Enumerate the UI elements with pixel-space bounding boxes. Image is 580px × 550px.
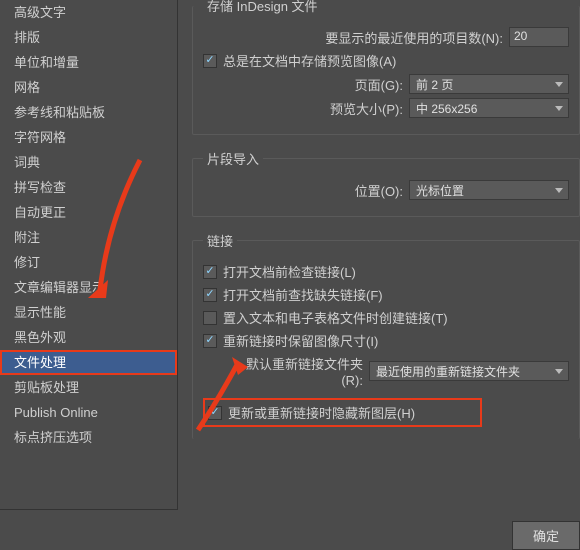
- hide-layers-checkbox[interactable]: 更新或重新链接时隐藏新图层(H): [208, 403, 415, 422]
- checkbox-icon[interactable]: [203, 311, 217, 325]
- fragment-legend: 片段导入: [203, 149, 263, 168]
- find-missing-checkbox[interactable]: 打开文档前查找缺失链接(F): [203, 285, 383, 304]
- fragment-group: 片段导入 位置(O): 光标位置: [192, 149, 580, 217]
- sidebar-item-guides[interactable]: 参考线和粘贴板: [0, 100, 177, 125]
- page-select[interactable]: 前 2 页: [409, 74, 569, 94]
- sidebar-item-publish[interactable]: Publish Online: [0, 400, 177, 425]
- preview-size-label: 预览大小(P):: [330, 99, 403, 118]
- recent-items-input[interactable]: 20: [509, 27, 569, 47]
- checkbox-icon[interactable]: [203, 334, 217, 348]
- checkbox-icon[interactable]: [203, 265, 217, 279]
- always-preview-checkbox[interactable]: 总是在文档中存储预览图像(A): [203, 51, 396, 70]
- page-label: 页面(G):: [355, 75, 403, 94]
- checkbox-icon[interactable]: [208, 406, 222, 420]
- checkbox-icon[interactable]: [203, 54, 217, 68]
- preview-size-select[interactable]: 中 256x256: [409, 98, 569, 118]
- sidebar-item-track-changes[interactable]: 修订: [0, 250, 177, 275]
- save-group: 存储 InDesign 文件 要显示的最近使用的项目数(N): 20 总是在文档…: [192, 0, 580, 135]
- sidebar-item-story-editor[interactable]: 文章编辑器显示: [0, 275, 177, 300]
- sidebar-item-display-perf[interactable]: 显示性能: [0, 300, 177, 325]
- always-preview-label: 总是在文档中存储预览图像(A): [223, 51, 396, 70]
- relink-folder-select[interactable]: 最近使用的重新链接文件夹: [369, 361, 569, 381]
- links-legend: 链接: [203, 231, 237, 250]
- sidebar-item-punctuation[interactable]: 标点挤压选项: [0, 425, 177, 450]
- position-label: 位置(O):: [355, 181, 403, 200]
- check-links-label: 打开文档前检查链接(L): [223, 262, 356, 281]
- sidebar-item-clipboard[interactable]: 剪贴板处理: [0, 375, 177, 400]
- find-missing-label: 打开文档前查找缺失链接(F): [223, 285, 383, 304]
- sidebar-item-file-handling[interactable]: 文件处理: [0, 350, 177, 375]
- highlight-annotation: 更新或重新链接时隐藏新图层(H): [203, 398, 482, 427]
- sidebar-item-spelling[interactable]: 拼写检查: [0, 175, 177, 200]
- sidebar-item-composition[interactable]: 排版: [0, 25, 177, 50]
- hide-layers-label: 更新或重新链接时隐藏新图层(H): [228, 403, 415, 422]
- keep-dims-checkbox[interactable]: 重新链接时保留图像尺寸(I): [203, 331, 378, 350]
- sidebar-item-black[interactable]: 黑色外观: [0, 325, 177, 350]
- links-group: 链接 打开文档前检查链接(L) 打开文档前查找缺失链接(F) 置入文本和电子表格…: [192, 231, 580, 439]
- button-bar: 确定: [512, 521, 580, 550]
- relink-folder-label: 默认重新链接文件夹(R):: [225, 354, 363, 388]
- ok-button[interactable]: 确定: [512, 521, 580, 550]
- create-text-links-checkbox[interactable]: 置入文本和电子表格文件时创建链接(T): [203, 308, 448, 327]
- sidebar-item-char-grid[interactable]: 字符网格: [0, 125, 177, 150]
- sidebar-item-grid[interactable]: 网格: [0, 75, 177, 100]
- position-select[interactable]: 光标位置: [409, 180, 569, 200]
- sidebar-item-notes[interactable]: 附注: [0, 225, 177, 250]
- checkbox-icon[interactable]: [203, 288, 217, 302]
- sidebar: 高级文字 排版 单位和增量 网格 参考线和粘贴板 字符网格 词典 拼写检查 自动…: [0, 0, 178, 510]
- sidebar-item-dictionary[interactable]: 词典: [0, 150, 177, 175]
- recent-items-label: 要显示的最近使用的项目数(N):: [325, 28, 503, 47]
- sidebar-item-autocorrect[interactable]: 自动更正: [0, 200, 177, 225]
- sidebar-item-units[interactable]: 单位和增量: [0, 50, 177, 75]
- main-panel: 存储 InDesign 文件 要显示的最近使用的项目数(N): 20 总是在文档…: [178, 0, 580, 550]
- sidebar-item-advanced-type[interactable]: 高级文字: [0, 0, 177, 25]
- create-text-links-label: 置入文本和电子表格文件时创建链接(T): [223, 308, 448, 327]
- keep-dims-label: 重新链接时保留图像尺寸(I): [223, 331, 378, 350]
- save-legend: 存储 InDesign 文件: [203, 0, 322, 15]
- check-links-checkbox[interactable]: 打开文档前检查链接(L): [203, 262, 356, 281]
